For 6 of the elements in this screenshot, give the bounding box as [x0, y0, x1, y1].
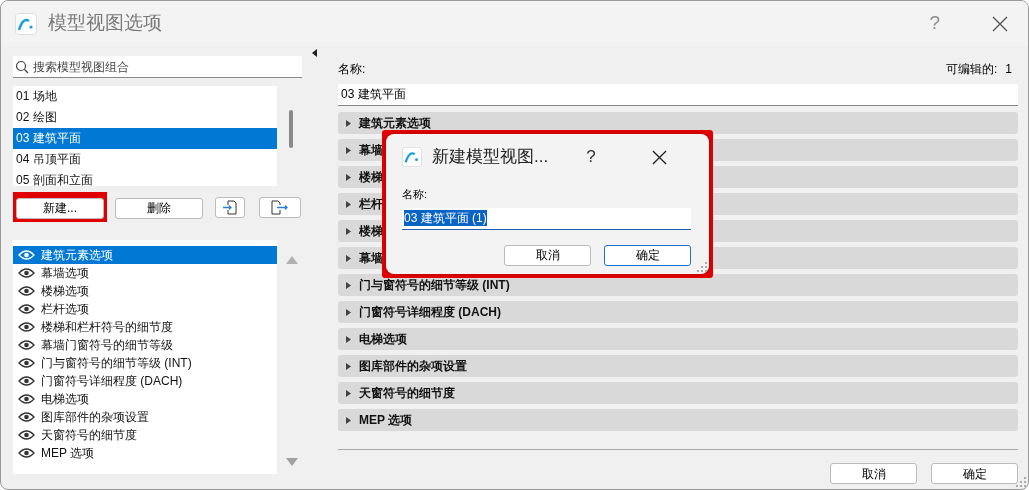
window-title: 模型视图选项: [48, 11, 162, 36]
editable-label: 可编辑的:: [945, 61, 998, 78]
dialog-title: 新建模型视图...: [432, 146, 549, 169]
editable-count: 1: [1005, 61, 1012, 78]
name-label: 名称:: [338, 61, 366, 78]
name-label: 名称:: [402, 187, 429, 202]
